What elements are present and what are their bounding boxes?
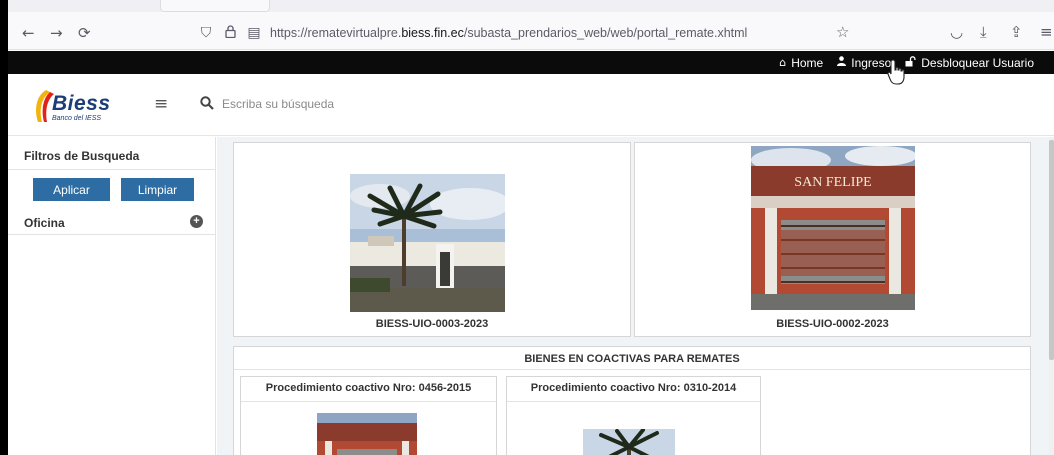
procedure-card[interactable]: Procedimiento coactivo Nro: 0456-2015 <box>240 376 497 455</box>
divider <box>241 401 496 402</box>
divider <box>8 169 216 170</box>
procedure-photo[interactable] <box>583 428 675 455</box>
logo-subtitle: Banco del IESS <box>52 115 102 122</box>
property-photo[interactable]: SAN FELIPE <box>751 146 917 310</box>
expand-plus-icon[interactable]: + <box>190 215 203 228</box>
address-bar[interactable]: ⛉ ▤ https://rematevirtualpre.biess.fin.e… <box>198 19 878 47</box>
bookmark-star-icon[interactable]: ☆ <box>836 23 849 41</box>
screen: ← → ⟳ ⛉ ▤ https://rematevirtualpre.biess… <box>0 0 1054 455</box>
back-icon[interactable]: ← <box>22 23 35 43</box>
procedure-photo[interactable] <box>317 413 417 455</box>
search-icon[interactable] <box>200 93 218 113</box>
procedure-title[interactable]: Procedimiento coactivo Nro: 0456-2015 <box>241 382 496 394</box>
lock-icon[interactable] <box>222 24 238 42</box>
auction-code[interactable]: BIESS-UIO-0003-2023 <box>234 318 630 330</box>
hamburger-menu-icon[interactable]: ≡ <box>154 94 168 114</box>
login-link[interactable]: Ingreso <box>837 56 891 70</box>
hand-cursor-icon <box>886 58 908 86</box>
search-input[interactable] <box>222 94 522 114</box>
left-edge <box>0 0 8 455</box>
filter-sidebar: Filtros de Busqueda Aplicar Limpiar Ofic… <box>8 137 216 455</box>
shield-icon[interactable]: ⛉ <box>198 25 214 41</box>
biess-logo[interactable]: Biess Banco del IESS <box>32 88 122 122</box>
divider <box>507 401 760 402</box>
office-filter-label: Oficina <box>24 216 65 230</box>
home-icon: ⌂ <box>779 56 787 69</box>
coactive-assets-section: BIENES EN COACTIVAS PARA REMATES Procedi… <box>233 346 1031 455</box>
forward-icon[interactable]: → <box>50 23 63 43</box>
reader-view-icon[interactable]: ▤ <box>246 25 262 41</box>
procedure-title[interactable]: Procedimiento coactivo Nro: 0310-2014 <box>507 382 760 394</box>
section-title: BIENES EN COACTIVAS PARA REMATES <box>524 353 740 365</box>
divider <box>8 234 216 235</box>
san-felipe-sign-text: SAN FELIPE <box>794 175 871 190</box>
browser-toolbar: ← → ⟳ ⛉ ▤ https://rematevirtualpre.biess… <box>8 0 1054 50</box>
auction-card[interactable]: SAN FELIPE BIESS-UIO-0002-2023 <box>634 142 1031 337</box>
home-link[interactable]: ⌂ Home <box>779 56 823 70</box>
property-photo[interactable] <box>350 174 510 312</box>
divider <box>234 369 1030 370</box>
url-text[interactable]: https://rematevirtualpre.biess.fin.ec/su… <box>270 26 747 40</box>
main-content: BIESS-UIO-0003-2023 SAN FELIPE BIESS-UIO… <box>217 137 1049 455</box>
pocket-icon[interactable]: ◡ <box>950 23 963 41</box>
share-icon[interactable]: ⇪ <box>1010 23 1023 41</box>
apply-button[interactable]: Aplicar <box>33 178 110 201</box>
filters-title: Filtros de Busqueda <box>24 149 140 163</box>
browser-tab[interactable] <box>160 0 270 12</box>
tab-strip <box>8 0 1054 12</box>
logo-wordmark: Biess <box>52 92 111 115</box>
auction-card[interactable]: BIESS-UIO-0003-2023 <box>233 142 631 337</box>
user-icon <box>837 56 847 69</box>
download-icon[interactable]: ⤓ <box>980 23 987 41</box>
unlock-user-link[interactable]: Desbloquear Usuario <box>905 56 1034 70</box>
procedure-card[interactable]: Procedimiento coactivo Nro: 0310-2014 <box>506 376 761 455</box>
browser-menu-icon[interactable]: ≡ <box>1040 23 1053 41</box>
auction-code[interactable]: BIESS-UIO-0002-2023 <box>635 318 1030 330</box>
reload-icon[interactable]: ⟳ <box>78 23 91 43</box>
clear-button[interactable]: Limpiar <box>121 178 194 201</box>
scrollbar-thumb[interactable] <box>1049 140 1054 360</box>
